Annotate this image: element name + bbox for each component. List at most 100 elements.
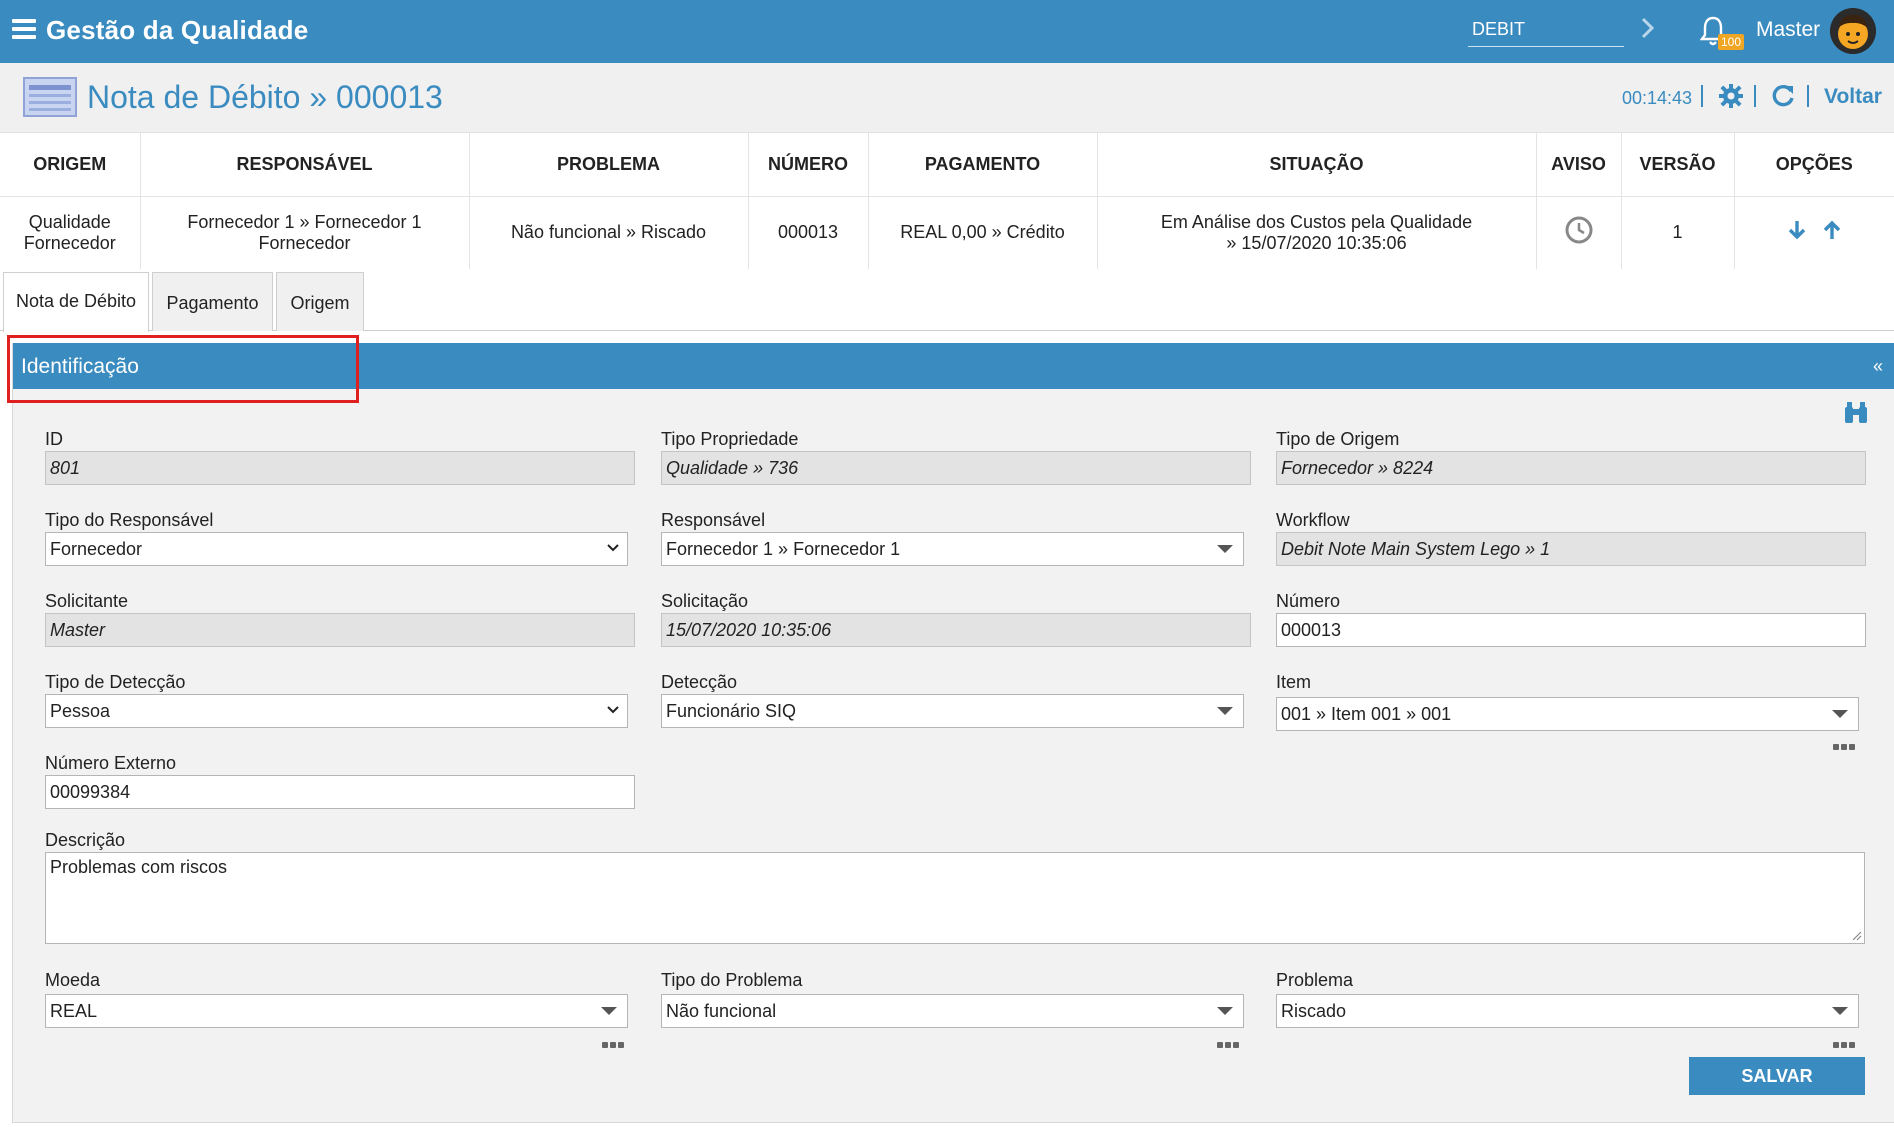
- cell-text: Fornecedor 1 » Fornecedor 1: [187, 211, 422, 232]
- separator: [1807, 85, 1809, 107]
- cell-opcoes: [1734, 196, 1894, 269]
- cell-text: Qualidade: [28, 211, 111, 232]
- cell-text: Fornecedor: [258, 232, 351, 253]
- arrow-down-icon[interactable]: [1785, 218, 1809, 242]
- solicitacao-field: 15/07/2020 10:35:06: [661, 613, 1251, 647]
- tipo-propriedade-field: Qualidade » 736: [661, 451, 1251, 485]
- binoculars-icon[interactable]: [1843, 401, 1869, 425]
- tipo-problema-label: Tipo do Problema: [661, 970, 803, 990]
- select-value: Não funcional: [666, 1001, 777, 1021]
- more-options-icon[interactable]: [602, 1035, 626, 1048]
- panel-header[interactable]: Identificação «: [13, 343, 1894, 389]
- page-title: Nota de Débito » 000013: [87, 79, 443, 115]
- select-value: Pessoa: [50, 701, 111, 721]
- chevron-down-icon: [607, 544, 619, 552]
- dropdown-arrow-icon: [601, 1007, 617, 1015]
- dropdown-arrow-icon: [1832, 1007, 1848, 1015]
- cell-problema: Não funcional » Riscado: [469, 196, 749, 269]
- tipo-deteccao-label: Tipo de Detecção: [45, 672, 186, 692]
- table-row: Qualidade Fornecedor Fornecedor 1 » Forne…: [0, 196, 1894, 269]
- tab-pagamento[interactable]: Pagamento: [152, 272, 273, 331]
- session-timer: 00:14:43: [1622, 88, 1693, 108]
- page-header: Nota de Débito » 000013 00:14:43 Voltar: [0, 63, 1894, 133]
- back-link[interactable]: Voltar: [1824, 85, 1882, 109]
- cell-numero: 000013: [748, 196, 869, 269]
- select-value: REAL: [50, 1001, 98, 1021]
- hamburger-menu-icon[interactable]: [12, 19, 36, 43]
- collapse-icon[interactable]: «: [1873, 356, 1883, 377]
- cell-aviso: [1536, 196, 1622, 269]
- resize-handle-icon[interactable]: [1850, 929, 1862, 941]
- tipo-propriedade-label: Tipo Propriedade: [661, 429, 799, 449]
- moeda-label: Moeda: [45, 970, 101, 990]
- tipo-deteccao-select[interactable]: Pessoa: [45, 694, 628, 728]
- refresh-icon[interactable]: [1770, 83, 1796, 109]
- moeda-select[interactable]: REAL: [45, 994, 628, 1028]
- column-header: PAGAMENTO: [868, 133, 1098, 197]
- numero-externo-input[interactable]: 00099384: [45, 775, 635, 809]
- solicitante-field: Master: [45, 613, 635, 647]
- identification-panel: Identificação « ID 801 Tipo Propriedade …: [12, 343, 1894, 1123]
- problema-select[interactable]: Riscado: [1276, 994, 1859, 1028]
- cell-responsavel: Fornecedor 1 » Fornecedor 1 Fornecedor: [140, 196, 470, 269]
- more-options-icon[interactable]: [1833, 1035, 1857, 1048]
- cell-origem: Qualidade Fornecedor: [0, 196, 141, 269]
- arrow-up-icon[interactable]: [1820, 218, 1844, 242]
- deteccao-select[interactable]: Funcionário SIQ: [661, 694, 1244, 728]
- column-header: ORIGEM: [0, 133, 141, 197]
- panel-title: Identificação: [21, 355, 139, 378]
- dropdown-arrow-icon: [1832, 710, 1848, 718]
- tipo-origem-label: Tipo de Origem: [1276, 429, 1400, 449]
- notification-badge: 100: [1718, 34, 1745, 50]
- select-value: Fornecedor 1 » Fornecedor 1: [666, 539, 901, 559]
- problema-label: Problema: [1276, 970, 1354, 990]
- numero-input[interactable]: 000013: [1276, 613, 1866, 647]
- column-header: SITUAÇÃO: [1097, 133, 1537, 197]
- separator: [1754, 85, 1756, 107]
- workflow-label: Workflow: [1276, 510, 1350, 530]
- column-header: OPÇÕES: [1734, 133, 1894, 197]
- save-button[interactable]: SALVAR: [1689, 1057, 1865, 1095]
- summary-header-row: ORIGEM RESPONSÁVEL PROBLEMA NÚMERO PAGAM…: [0, 133, 1894, 197]
- module-select[interactable]: DEBIT: [1468, 13, 1624, 47]
- more-options-icon[interactable]: [1217, 1035, 1241, 1048]
- item-label: Item: [1276, 672, 1312, 692]
- chevron-right-icon[interactable]: [1640, 16, 1656, 40]
- workflow-field: Debit Note Main System Lego » 1: [1276, 532, 1866, 566]
- column-header: VERSÃO: [1621, 133, 1735, 197]
- document-icon: [23, 77, 77, 117]
- tab-bar: Nota de Débito Pagamento Origem: [0, 270, 1894, 332]
- user-name[interactable]: Master: [1756, 18, 1820, 42]
- app-title: Gestão da Qualidade: [46, 15, 309, 45]
- summary-table: ORIGEM RESPONSÁVEL PROBLEMA NÚMERO PAGAM…: [0, 133, 1894, 269]
- numero-label: Número: [1276, 591, 1341, 611]
- select-value: 001 » Item 001 » 001: [1281, 704, 1452, 724]
- cell-text: Em Análise dos Custos pela Qualidade: [1160, 211, 1473, 232]
- cell-text: Fornecedor: [23, 232, 116, 253]
- dropdown-arrow-icon: [1217, 545, 1233, 553]
- responsavel-label: Responsável: [661, 510, 766, 530]
- top-bar: Gestão da Qualidade DEBIT 100 Master: [0, 0, 1894, 63]
- descricao-textarea[interactable]: Problemas com riscos: [45, 852, 1865, 944]
- clock-icon[interactable]: [1564, 215, 1594, 245]
- gear-icon[interactable]: [1718, 83, 1744, 109]
- tipo-origem-field: Fornecedor » 8224: [1276, 451, 1866, 485]
- item-select[interactable]: 001 » Item 001 » 001: [1276, 697, 1859, 731]
- chevron-down-icon: [607, 706, 619, 714]
- tab-nota-de-debito[interactable]: Nota de Débito: [3, 272, 149, 332]
- select-value: Fornecedor: [50, 539, 143, 559]
- responsavel-select[interactable]: Fornecedor 1 » Fornecedor 1: [661, 532, 1244, 566]
- cell-situacao: Em Análise dos Custos pela Qualidade» 15…: [1097, 196, 1537, 269]
- cell-text: » 15/07/2020 10:35:06: [1226, 232, 1407, 253]
- more-options-icon[interactable]: [1833, 737, 1857, 750]
- tab-origem[interactable]: Origem: [276, 272, 364, 331]
- tipo-responsavel-select[interactable]: Fornecedor: [45, 532, 628, 566]
- numero-externo-label: Número Externo: [45, 753, 177, 773]
- tipo-problema-select[interactable]: Não funcional: [661, 994, 1244, 1028]
- id-field: 801: [45, 451, 635, 485]
- deteccao-label: Detecção: [661, 672, 738, 692]
- column-header: AVISO: [1536, 133, 1622, 197]
- select-value: Riscado: [1281, 1001, 1347, 1021]
- avatar[interactable]: [1830, 8, 1876, 54]
- cell-versao: 1: [1621, 196, 1735, 269]
